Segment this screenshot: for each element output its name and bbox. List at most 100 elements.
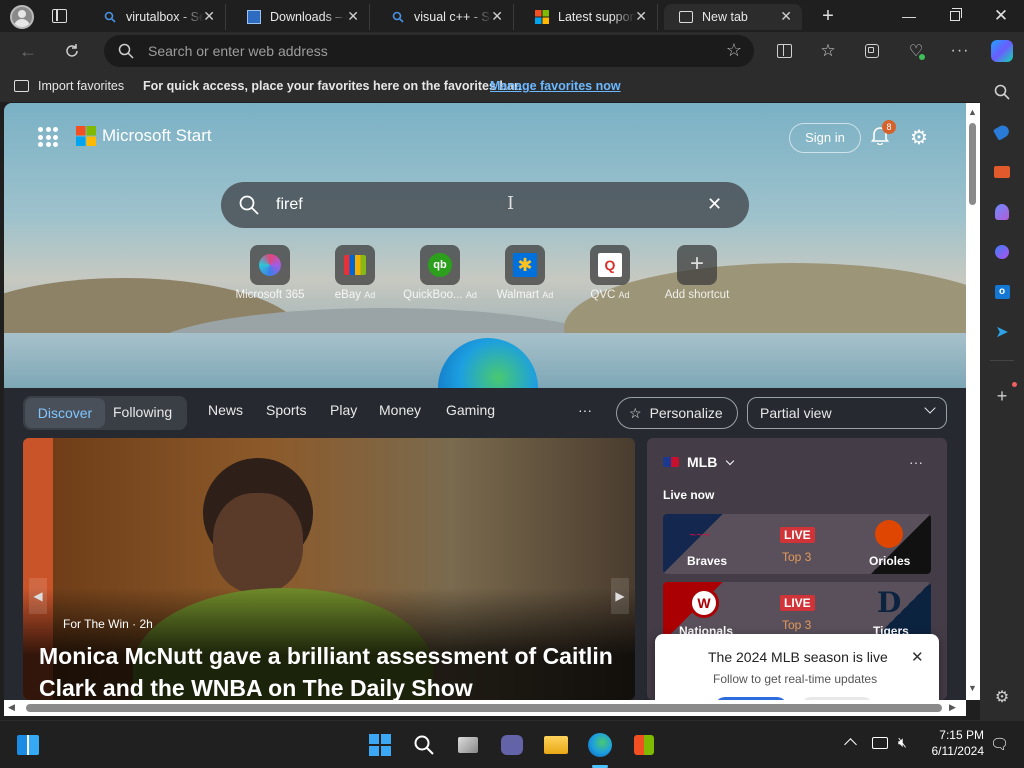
refresh-button[interactable]: [58, 38, 86, 64]
team-name: Orioles: [869, 554, 911, 568]
tray-overflow-icon[interactable]: [844, 738, 857, 751]
restore-button[interactable]: [932, 0, 978, 32]
tab-visual-cpp[interactable]: visual c++ - Se ✕: [376, 4, 514, 30]
view-mode-dropdown[interactable]: Partial view: [747, 397, 947, 429]
live-badge: LIVE: [780, 595, 815, 611]
game-card[interactable]: ~~~ Braves LIVE Top 3 Orioles: [663, 514, 931, 574]
mlb-more-icon[interactable]: ···: [909, 454, 923, 470]
sidebar-settings-icon[interactable]: ⚙: [990, 685, 1014, 709]
tab-latest-supported[interactable]: Latest supporte ✕: [520, 4, 658, 30]
shortcut-ebay[interactable]: eBay Ad: [315, 245, 395, 301]
microsoft-start-logo[interactable]: Microsoft Start: [76, 126, 212, 146]
nav-money[interactable]: Money: [379, 402, 421, 418]
clock[interactable]: 7:15 PM 6/11/2024: [924, 727, 985, 759]
tab-following[interactable]: Following: [113, 404, 172, 420]
copilot-small-icon[interactable]: [990, 240, 1014, 264]
taskbar-search-icon[interactable]: [410, 731, 438, 759]
address-bar[interactable]: Search or enter web address ☆: [104, 35, 754, 67]
tab-downloads[interactable]: Downloads – C ✕: [232, 4, 370, 30]
search-query[interactable]: firef: [276, 196, 303, 214]
network-icon[interactable]: [872, 737, 888, 749]
nav-play[interactable]: Play: [330, 402, 357, 418]
teams-chat-icon[interactable]: [498, 731, 526, 759]
scroll-down-icon[interactable]: ▼: [968, 683, 977, 693]
scroll-left-icon[interactable]: ◀: [8, 702, 15, 713]
mlb-logo-icon: [663, 457, 679, 467]
team-name: Braves: [687, 554, 728, 568]
task-view-icon[interactable]: [454, 731, 482, 759]
favorites-icon[interactable]: ☆: [814, 38, 842, 64]
settings-more-icon[interactable]: ···: [946, 38, 974, 64]
article-headline[interactable]: Monica McNutt gave a brilliant assessmen…: [39, 640, 629, 700]
new-tab-button[interactable]: +: [814, 4, 842, 28]
shortcut-walmart[interactable]: ✱ Walmart Ad: [485, 245, 565, 301]
games-icon[interactable]: [990, 200, 1014, 224]
minimize-button[interactable]: —: [886, 0, 932, 32]
profile-avatar[interactable]: [10, 5, 34, 29]
popup-close-icon[interactable]: ✕: [911, 648, 924, 666]
close-window-button[interactable]: ✕: [978, 0, 1024, 32]
scroll-thumb[interactable]: [26, 704, 942, 712]
nav-gaming[interactable]: Gaming: [446, 402, 495, 418]
send-icon[interactable]: ➤: [990, 320, 1014, 344]
nav-sports[interactable]: Sports: [266, 402, 306, 418]
browser-essentials-icon[interactable]: ♡: [902, 38, 930, 64]
close-tab-icon[interactable]: ✕: [780, 8, 792, 25]
page-settings-icon[interactable]: ⚙: [910, 125, 928, 150]
discover-following-toggle: Discover Following: [23, 396, 187, 430]
scroll-thumb[interactable]: [969, 123, 976, 205]
tab-new-tab[interactable]: New tab ✕: [664, 4, 802, 30]
search-icon: [239, 195, 259, 218]
carousel-prev-icon[interactable]: ◀: [29, 578, 47, 614]
shortcut-qvc[interactable]: Q QVC Ad: [570, 245, 650, 301]
hero-article-card[interactable]: ◀ ▶ For The Win · 2h Monica McNutt gave …: [23, 438, 635, 700]
horizontal-scrollbar[interactable]: ◀ ▶: [4, 700, 966, 716]
tab-discover[interactable]: Discover: [25, 398, 105, 428]
scroll-right-icon[interactable]: ▶: [949, 702, 956, 713]
scroll-up-icon[interactable]: ▲: [968, 107, 977, 117]
collections-icon[interactable]: [858, 38, 886, 64]
shortcut-quickbooks[interactable]: qb QuickBoo... Ad: [400, 245, 480, 301]
vertical-scrollbar[interactable]: ▲ ▼: [966, 103, 980, 700]
apps-launcher-icon[interactable]: [38, 127, 58, 147]
personalize-button[interactable]: ☆ Personalize: [616, 397, 738, 429]
tab-actions-icon[interactable]: [52, 9, 67, 23]
close-tab-icon[interactable]: ✕: [203, 8, 215, 25]
widgets-icon[interactable]: [14, 731, 42, 759]
store-icon[interactable]: [630, 731, 658, 759]
shopping-tag-icon[interactable]: [990, 120, 1014, 144]
search-icon[interactable]: [990, 80, 1014, 104]
file-explorer-icon[interactable]: [542, 731, 570, 759]
quickbooks-icon: qb: [420, 245, 460, 285]
nav-more-icon[interactable]: ···: [578, 402, 592, 418]
start-icon[interactable]: [366, 731, 394, 759]
close-tab-icon[interactable]: ✕: [491, 8, 503, 25]
tools-icon[interactable]: [990, 160, 1014, 184]
notifications-icon[interactable]: 🗨︎: [990, 735, 1009, 753]
back-button[interactable]: ←: [14, 38, 42, 64]
carousel-next-icon[interactable]: ▶: [611, 578, 629, 614]
close-tab-icon[interactable]: ✕: [635, 8, 647, 25]
clear-search-icon[interactable]: ✕: [707, 194, 722, 215]
nav-news[interactable]: News: [208, 402, 243, 418]
split-screen-icon[interactable]: [770, 38, 798, 64]
volume-mute-icon[interactable]: 🔇︎: [898, 734, 907, 751]
add-sidebar-icon[interactable]: +: [990, 384, 1014, 408]
shortcut-microsoft365[interactable]: Microsoft 365: [230, 245, 310, 301]
clock-time: 7:15 PM: [939, 728, 984, 742]
copilot-icon[interactable]: [988, 38, 1016, 64]
manage-favorites-link[interactable]: Manage favorites now: [490, 79, 621, 93]
close-tab-icon[interactable]: ✕: [347, 8, 359, 25]
import-favorites-button[interactable]: Import favorites: [14, 79, 124, 93]
web-search-box[interactable]: firef I ✕: [221, 182, 749, 228]
add-shortcut-button[interactable]: + Add shortcut: [655, 245, 739, 301]
tab-virtualbox[interactable]: virutalbox - Se ✕: [88, 4, 226, 30]
favorite-star-icon[interactable]: ☆: [726, 40, 742, 61]
toolbar: ← Search or enter web address ☆ ☆ ♡ ···: [0, 32, 1024, 70]
game-card[interactable]: W Nationals LIVE Top 3 D Tigers: [663, 582, 931, 642]
edge-taskbar-icon[interactable]: [586, 731, 614, 759]
mlb-header[interactable]: MLB: [663, 454, 735, 470]
outlook-icon[interactable]: o: [990, 280, 1014, 304]
notification-bell-icon[interactable]: 8: [870, 120, 896, 147]
sign-in-button[interactable]: Sign in: [789, 123, 861, 153]
